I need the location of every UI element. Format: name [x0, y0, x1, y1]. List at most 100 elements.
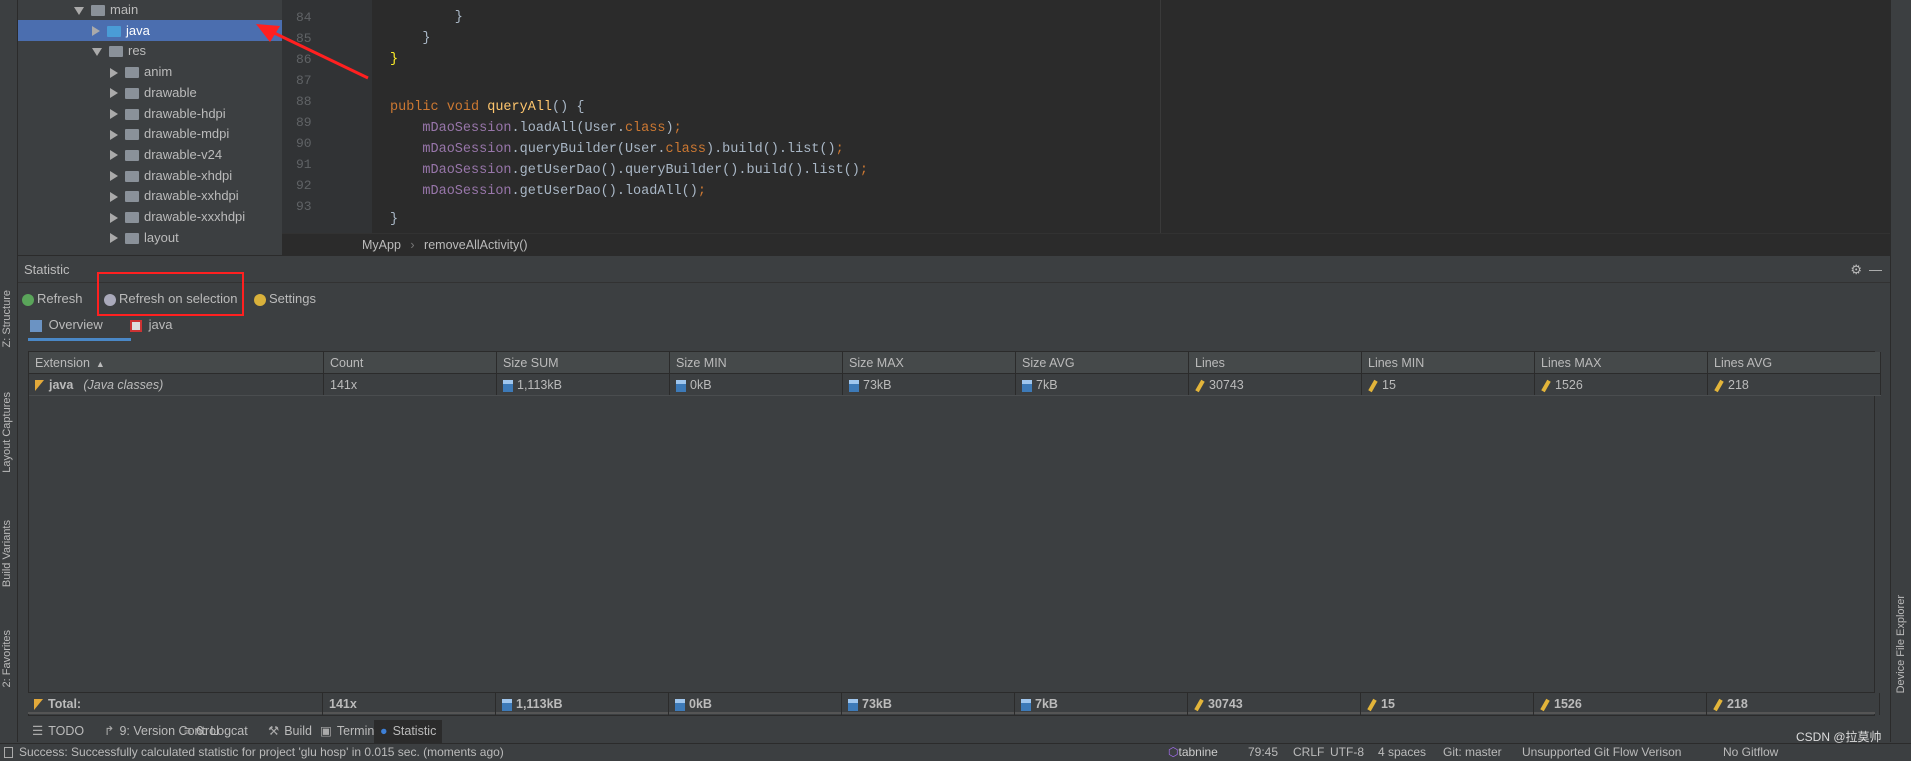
bottom-tab-build[interactable]: ⚒ Build [262, 720, 318, 743]
watermark: CSDN @拉莫帅 [1796, 730, 1882, 744]
refresh-label: Refresh [37, 291, 83, 306]
tree-item-drawable-xxxhdpi[interactable]: drawable-xxxhdpi [18, 206, 282, 227]
minimize-icon[interactable]: — [1869, 256, 1882, 283]
tree-item-anim[interactable]: anim [18, 61, 282, 82]
tool-favorites[interactable]: 2: Favorites [1, 630, 13, 687]
bottom-tab-todo[interactable]: ☰ TODO [26, 720, 90, 743]
tool-device-file-explorer[interactable]: Device File Explorer [1895, 595, 1907, 693]
column-header[interactable]: Size AVG [1016, 352, 1189, 373]
expand-right-icon[interactable] [110, 171, 118, 182]
overview-icon [30, 319, 42, 332]
breadcrumb-item[interactable]: removeAllActivity() [424, 238, 528, 252]
tree-item-drawable-xhdpi[interactable]: drawable-xhdpi [18, 165, 282, 186]
expand-right-icon[interactable] [110, 191, 118, 202]
column-header[interactable]: Size SUM [497, 352, 670, 373]
extension-description: (Java classes) [83, 378, 164, 392]
hammer-icon: ⚒ [268, 724, 280, 738]
tree-item-label: drawable-xhdpi [144, 167, 233, 183]
bottom-tab--logcat[interactable]: ≡ 6: Logcat [178, 720, 254, 743]
git-branch[interactable]: Git: master [1443, 744, 1502, 761]
cell-value: 218 [1728, 378, 1749, 392]
tool-build-variants[interactable]: Build Variants [1, 520, 13, 587]
expand-right-icon[interactable] [110, 212, 118, 223]
tree-item-label: drawable-xxhdpi [144, 188, 239, 204]
tab-java[interactable]: java [130, 314, 172, 338]
expand-right-icon[interactable] [92, 26, 100, 37]
line-number: 90 [296, 136, 312, 151]
pencil-icon [1368, 379, 1378, 392]
tabnine-widget[interactable]: ⬡tabnine [1168, 744, 1218, 761]
breadcrumb-item[interactable]: MyApp [362, 238, 401, 252]
folder-icon [109, 46, 123, 58]
table-row[interactable]: java (Java classes) 141x 1,113kB 0kB 73kB 7kB 3… [29, 374, 1881, 396]
expand-right-icon[interactable] [110, 233, 118, 244]
extension-label: Total: [48, 697, 82, 711]
column-header[interactable]: Lines MAX [1535, 352, 1708, 373]
tree-item-label: main [110, 2, 139, 17]
column-header[interactable]: Size MIN [670, 352, 843, 373]
column-header[interactable]: Size MAX [843, 352, 1016, 373]
tree-item-res[interactable]: res [18, 40, 282, 61]
expand-right-icon[interactable] [110, 150, 118, 161]
file-encoding[interactable]: UTF-8 [1330, 744, 1364, 761]
tool-structure[interactable]: Z: Structure [1, 290, 13, 347]
expand-down-icon[interactable] [74, 6, 84, 15]
value-cell: 30743 [1188, 693, 1361, 715]
value-cell: 1,113kB [496, 693, 669, 715]
gitflow-status[interactable]: Unsupported Git Flow Verison [1522, 744, 1681, 761]
refresh-icon [22, 293, 34, 306]
disk-icon [676, 379, 686, 392]
tree-item-drawable-xxhdpi[interactable]: drawable-xxhdpi [18, 185, 282, 206]
value-cell: 218 [1708, 374, 1881, 395]
column-header[interactable]: Lines [1189, 352, 1362, 373]
expand-right-icon[interactable] [110, 88, 118, 99]
folder-icon [125, 87, 139, 99]
expand-right-icon[interactable] [110, 109, 118, 120]
refresh-button[interactable]: Refresh [22, 289, 83, 309]
line-separator[interactable]: CRLF [1293, 744, 1324, 761]
line-number: 93 [296, 199, 312, 214]
tree-item-layout[interactable]: layout [18, 227, 282, 248]
column-header[interactable]: Lines MIN [1362, 352, 1535, 373]
gear-icon[interactable]: ⚙ [1850, 256, 1862, 283]
column-header[interactable]: Lines AVG [1708, 352, 1881, 373]
tree-item-label: layout [144, 229, 179, 245]
settings-icon [254, 293, 266, 306]
folder-icon [125, 129, 139, 141]
tree-item-java[interactable]: java [18, 19, 282, 41]
code-editor[interactable]: 84 85 86 87 88 89 90 91 92 93 } } } public void q… [282, 0, 1890, 233]
tree-item-drawable-mdpi[interactable]: drawable-mdpi [18, 123, 282, 144]
cell-value: 1526 [1555, 378, 1583, 392]
project-tree: main java res anim drawable drawable-hdpi draw… [18, 0, 282, 253]
column-header[interactable]: Extension ▲ [29, 352, 324, 373]
expand-down-icon[interactable] [92, 47, 102, 56]
disk-icon [502, 698, 512, 711]
tree-item-drawable-v24[interactable]: drawable-v24 [18, 144, 282, 165]
code-line: mDaoSession.getUserDao().queryBuilder().… [422, 163, 868, 178]
code-line: } [390, 212, 399, 227]
folder-icon [125, 232, 139, 244]
cursor-position[interactable]: 79:45 [1248, 744, 1278, 761]
line-number: 88 [296, 94, 312, 109]
status-message[interactable]: Success: Successfully calculated statist… [4, 744, 504, 761]
tool-layout-captures[interactable]: Layout Captures [1, 392, 13, 473]
tree-item-main[interactable]: main [18, 0, 282, 20]
code-line: } [390, 31, 431, 46]
expand-right-icon[interactable] [110, 67, 118, 78]
active-tab-indicator [28, 338, 131, 341]
bottom-tab-statistic[interactable]: ● Statistic [374, 720, 443, 743]
expand-right-icon[interactable] [110, 129, 118, 140]
value-cell: 1,113kB [497, 374, 670, 395]
cell-value: 30743 [1209, 378, 1244, 392]
indent-setting[interactable]: 4 spaces [1378, 744, 1426, 761]
vcs-icon: ↱ [104, 724, 115, 738]
code-line: public void queryAll() { [390, 100, 585, 115]
no-gitflow[interactable]: No Gitflow [1723, 744, 1778, 761]
tree-item-drawable-hdpi[interactable]: drawable-hdpi [18, 103, 282, 124]
settings-button[interactable]: Settings [254, 289, 316, 309]
tab-overview[interactable]: Overview [30, 314, 103, 338]
tree-item-drawable[interactable]: drawable [18, 82, 282, 103]
tree-item-label: drawable-hdpi [144, 105, 226, 121]
column-header[interactable]: Count [324, 352, 497, 373]
cell-value: 1,113kB [516, 697, 563, 711]
